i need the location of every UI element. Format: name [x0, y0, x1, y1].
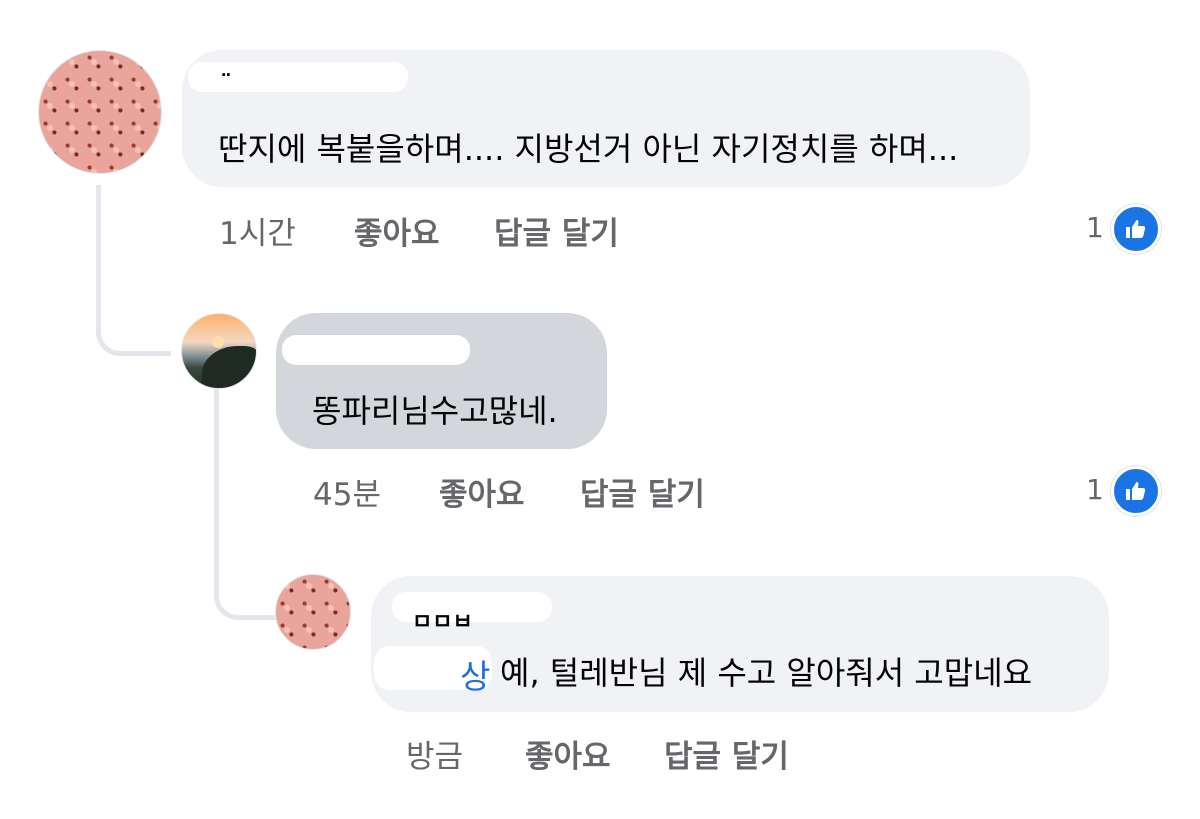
comment-timestamp[interactable]: 방금 — [406, 731, 463, 776]
thread-connector-line — [96, 185, 171, 356]
like-button[interactable]: 좋아요 — [439, 469, 525, 514]
thread-connector-line — [214, 372, 277, 620]
thumbs-up-icon[interactable] — [1111, 466, 1161, 516]
reaction-count[interactable]: 1 — [1086, 211, 1104, 244]
comment-text: 똥파리님수고많네. — [312, 392, 558, 430]
author-name[interactable]: ¨ — [220, 70, 232, 98]
comment-timestamp[interactable]: 45분 — [313, 469, 381, 514]
comment-text: 딴지에 복붙을하며.... 지방선거 아닌 자기정치를 하며... — [218, 130, 959, 168]
avatar[interactable] — [38, 50, 162, 174]
avatar[interactable] — [275, 574, 351, 650]
reaction-count[interactable]: 1 — [1086, 473, 1104, 506]
comment-text: 예, 털레반님 제 수고 알아줘서 고맙네요 — [500, 654, 1033, 692]
rock-shape — [202, 346, 256, 388]
reply-button[interactable]: 답글 달기 — [494, 208, 619, 253]
mention-link[interactable]: 상 — [460, 650, 490, 698]
thumbs-up-icon[interactable] — [1111, 204, 1161, 254]
reply-button[interactable]: 답글 달기 — [580, 469, 705, 514]
like-button[interactable]: 좋아요 — [525, 731, 611, 776]
reply-button[interactable]: 답글 달기 — [664, 731, 789, 776]
avatar[interactable] — [181, 313, 257, 389]
redacted-author-name — [282, 335, 470, 365]
comment-timestamp[interactable]: 1시간 — [219, 208, 296, 253]
author-name[interactable]: ㅁㅁㅂ — [412, 604, 473, 636]
like-button[interactable]: 좋아요 — [354, 208, 440, 253]
sun-shape — [212, 336, 224, 348]
